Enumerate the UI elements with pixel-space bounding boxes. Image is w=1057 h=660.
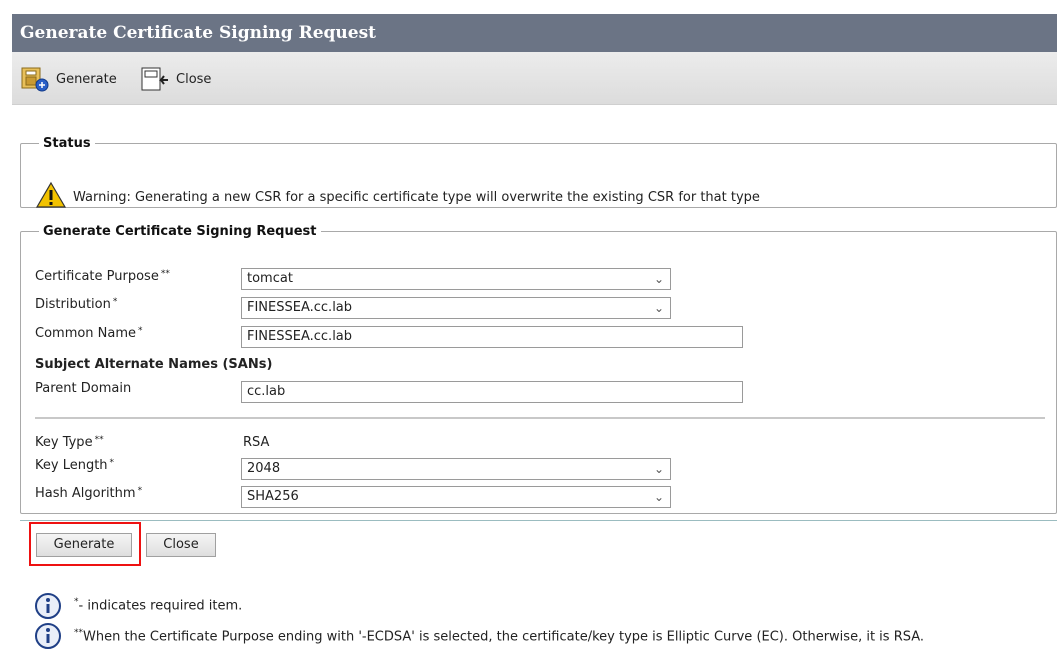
key-length-select[interactable]: 2048 ⌄ [241,458,671,480]
toolbar-generate-button[interactable]: Generate [20,66,117,92]
distribution-label: Distribution * [35,297,118,312]
sans-heading: Subject Alternate Names (SANs) [35,357,273,372]
parent-domain-input[interactable]: cc.lab [241,381,743,403]
certificate-purpose-label: Certificate Purpose ** [35,269,170,284]
csr-group: Generate Certificate Signing Request Cer… [20,224,1057,514]
distribution-select[interactable]: FINESSEA.cc.lab ⌄ [241,297,671,319]
generate-button[interactable]: Generate [36,533,132,557]
hash-algorithm-label: Hash Algorithm * [35,486,143,501]
close-button[interactable]: Close [146,533,216,557]
key-length-label: Key Length * [35,458,115,473]
toolbar: Generate Close [12,52,1057,105]
toolbar-close-label: Close [176,71,212,87]
status-legend: Status [43,136,91,151]
certificate-purpose-select[interactable]: tomcat ⌄ [241,268,671,290]
warning-icon [35,181,67,213]
chevron-down-icon: ⌄ [653,462,664,476]
chevron-down-icon: ⌄ [653,272,664,286]
key-type-label: Key Type ** [35,435,104,450]
common-name-label: Common Name * [35,326,143,341]
status-group: Status Warning: Generating a new CSR for… [20,136,1057,208]
common-name-input[interactable]: FINESSEA.cc.lab [241,326,743,348]
generate-icon [20,66,50,92]
toolbar-generate-label: Generate [56,71,117,87]
parent-domain-label: Parent Domain [35,381,132,396]
status-message: Warning: Generating a new CSR for a spec… [73,189,760,205]
divider [35,417,1045,419]
close-icon [140,66,170,92]
page-title: Generate Certificate Signing Request [12,14,1057,52]
chevron-down-icon: ⌄ [653,301,664,315]
separator [20,520,1057,521]
key-type-value: RSA [243,435,270,450]
hash-algorithm-select[interactable]: SHA256 ⌄ [241,486,671,508]
required-note: *- indicates required item. [34,592,242,624]
toolbar-close-button[interactable]: Close [140,66,211,92]
csr-legend: Generate Certificate Signing Request [43,224,317,239]
info-icon [34,592,62,624]
info-icon [34,622,62,654]
ecdsa-note: **When the Certificate Purpose ending wi… [34,622,1049,654]
chevron-down-icon: ⌄ [653,490,664,504]
